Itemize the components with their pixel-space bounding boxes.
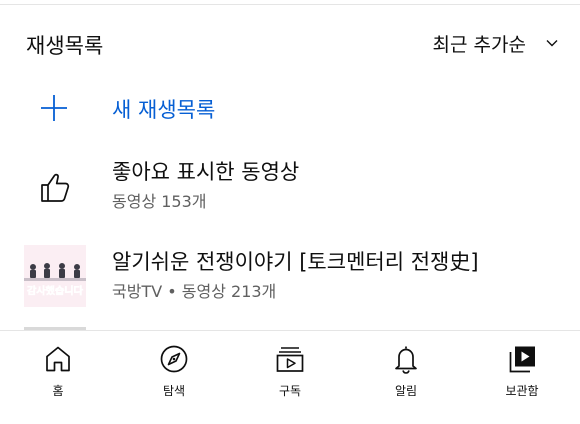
bell-icon xyxy=(395,346,417,374)
subscriptions-icon xyxy=(276,347,304,372)
playlist-meta: 국방TV • 동영상 213개 xyxy=(112,282,277,301)
thumbnail-caption: 감사했습니다 xyxy=(27,285,83,297)
thumbs-up-icon xyxy=(41,173,70,202)
chevron-down-icon xyxy=(546,40,558,47)
nav-home[interactable]: 홈 xyxy=(0,331,116,424)
nav-notifications[interactable]: 알림 xyxy=(348,331,464,424)
bottom-navigation: 홈 탐색 구독 알림 보관함 xyxy=(0,331,580,424)
nav-library-label: 보관함 xyxy=(505,384,539,398)
playlist-thumbnail: 감사했습니다 xyxy=(24,245,86,307)
library-icon xyxy=(509,346,535,373)
playlist-meta: 동영상 153개 xyxy=(112,192,207,211)
nav-explore[interactable]: 탐색 xyxy=(116,331,232,424)
nav-subscriptions[interactable]: 구독 xyxy=(232,331,348,424)
nav-notifications-label: 알림 xyxy=(394,384,418,398)
thumbnail-image: 감사했습니다 xyxy=(24,245,86,307)
nav-home-label: 홈 xyxy=(52,384,64,398)
sort-dropdown[interactable]: 최근 추가순 xyxy=(433,28,560,58)
explore-compass-icon xyxy=(160,345,188,373)
playlist-title: 좋아요 표시한 동영상 xyxy=(112,160,300,184)
top-divider xyxy=(0,4,580,5)
playlist-title: 알기쉬운 전쟁이야기 [토크멘터리 전쟁史] xyxy=(112,250,479,274)
new-playlist-label: 새 재생목록 xyxy=(112,98,216,122)
section-title: 재생목록 xyxy=(26,34,104,58)
nav-library[interactable]: 보관함 xyxy=(464,331,580,424)
new-playlist-button[interactable]: 새 재생목록 xyxy=(0,82,580,134)
nav-subscriptions-label: 구독 xyxy=(278,384,302,398)
playlist-item-liked[interactable]: 좋아요 표시한 동영상 동영상 153개 xyxy=(0,150,580,230)
home-icon xyxy=(46,346,70,372)
library-header: 재생목록 최근 추가순 xyxy=(0,18,580,68)
nav-explore-label: 탐색 xyxy=(162,384,186,398)
sort-label: 최근 추가순 xyxy=(432,33,526,56)
playlist-item-war-stories[interactable]: 감사했습니다 알기쉬운 전쟁이야기 [토크멘터리 전쟁史] 국방TV • 동영상… xyxy=(0,240,580,320)
plus-icon xyxy=(41,95,67,121)
